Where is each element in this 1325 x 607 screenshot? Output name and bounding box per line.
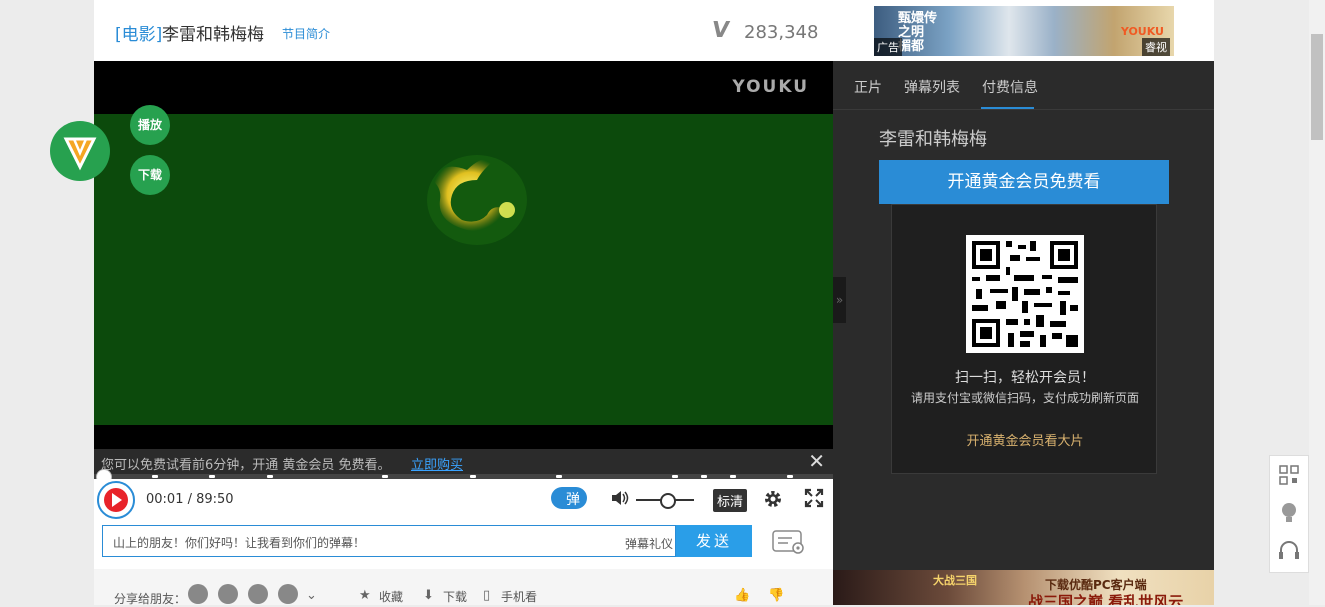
play-pause-button[interactable] [97,481,135,519]
play-triangle [112,493,122,507]
danmu-settings-icon[interactable] [772,529,806,555]
ad-brand-secondary: 睿视 [1142,38,1170,56]
ad-brand: YOUKU [1120,25,1164,38]
panel-collapse-handle[interactable]: » [833,277,846,323]
close-icon[interactable]: ✕ [808,449,825,473]
video-player[interactable]: YOUKU [94,61,833,449]
progress-marker [730,475,736,478]
float-play-button[interactable]: 播放 [130,105,170,145]
gear-icon[interactable] [762,488,784,510]
bottom-banner-ad[interactable]: 大战三国 下载优酷PC客户端 战三国之巅 看乱世风云 [833,570,1214,605]
ad-tag: 广告 [874,38,902,56]
share-label: 分享给朋友： [114,592,187,606]
progress-marker [787,475,793,478]
qr-code-icon[interactable] [966,235,1084,353]
gold-member-link[interactable]: 开通黄金会员看大片 [892,430,1158,449]
mobile-icon[interactable]: ▯ [483,588,490,603]
share-row: 分享给朋友： ⌄ ★ 收藏 ⬇ 下载 ▯ 手机看 👍 👎 [94,569,833,606]
youku-watermark: YOUKU [732,77,809,97]
panel-title: 李雷和韩梅梅 [879,129,987,150]
fullscreen-icon[interactable] [804,488,824,508]
play-icon [104,488,128,512]
danmu-etiquette-link[interactable]: 弹幕礼仪 [625,535,673,552]
panel-tabs: 正片 弹幕列表 付费信息 [833,61,1214,110]
chevron-down-icon[interactable]: ⌄ [306,588,317,603]
trial-notice-text: 您可以免费试看前6分钟，开通 黄金会员 免费看。 [101,458,391,473]
headset-icon[interactable] [1270,532,1308,570]
tab-danmu-list[interactable]: 弹幕列表 [904,77,960,97]
download-button[interactable]: 下载 [443,588,467,605]
download-icon[interactable]: ⬇ [423,588,434,603]
scan-instructions: 请用支付宝或微信扫码，支付成功刷新页面 [910,391,1139,405]
danmu-input-row: 山上的朋友！你们好吗！让我看到你们的弹幕！ 弹幕礼仪 发送 [94,523,833,569]
views-icon: V [710,18,731,43]
progress-marker [672,475,678,478]
ad-line-2: 战三国之巅 看乱世风云 [1028,593,1184,605]
vip-diamond-icon [63,137,97,171]
mobile-button[interactable]: 手机看 [501,588,537,605]
ad-title: 甄嬛传之明 楣都 [898,11,938,54]
danmu-toggle-label: 弹 [566,492,580,508]
thumbs-down-icon[interactable]: 👎 [768,588,784,603]
video-frame[interactable] [94,114,833,425]
progress-marker [470,475,476,478]
progress-marker [701,475,707,478]
vip-qr-card: 扫一扫，轻松开会员！ 请用支付宝或微信扫码，支付成功刷新页面 开通黄金会员看大片 [891,204,1157,474]
favorite-button[interactable]: 收藏 [379,588,403,605]
wechat-icon[interactable] [188,584,208,604]
side-panel: 正片 弹幕列表 付费信息 李雷和韩梅梅 开通黄金会员免费看 扫一扫，轻松开会员！… [833,61,1214,570]
lightbulb-icon[interactable] [1270,494,1308,532]
category-tag[interactable]: [电影] [115,20,162,45]
tab-payment-info[interactable]: 付费信息 [982,77,1038,97]
tab-main[interactable]: 正片 [854,77,882,97]
page-title: 李雷和韩梅梅 [162,25,264,45]
progress-marker [152,475,158,478]
danmu-input[interactable]: 山上的朋友！你们好吗！让我看到你们的弹幕！ 弹幕礼仪 [102,525,676,557]
vip-badge-icon[interactable] [50,121,110,181]
quality-button[interactable]: 标清 [713,489,748,512]
progress-marker [267,475,273,478]
send-button[interactable]: 发送 [676,525,752,557]
player-controls: 00:01 / 89:50 弹 标清 [94,479,833,523]
scan-prompt: 扫一扫，轻松开会员！ [955,370,1095,386]
qr-code-tool-icon[interactable] [1270,456,1308,494]
volume-handle[interactable] [660,493,676,509]
view-count: 283,348 [744,22,819,43]
time-display: 00:01 / 89:50 [146,492,234,507]
dragon-logo-icon [427,155,527,245]
danmu-toggle[interactable]: 弹 [551,487,587,509]
float-download-button[interactable]: 下载 [130,155,170,195]
scroll-thumb[interactable] [1311,34,1323,140]
star-icon[interactable]: ★ [359,588,371,603]
trial-notice-bar: 您可以免费试看前6分钟，开通 黄金会员 免费看。 立即购买 ✕ [94,449,833,474]
ad-logo: 大战三国 [933,574,977,587]
thumbs-up-icon[interactable]: 👍 [734,588,750,603]
header-bar: [电影] 李雷和韩梅梅 节目简介 V 283,348 甄嬛传之明 楣都 YOUK… [94,0,1214,61]
active-tab-indicator [981,107,1034,109]
volume-icon[interactable] [610,488,630,508]
star-share-icon[interactable] [218,584,238,604]
top-banner-ad[interactable]: 甄嬛传之明 楣都 YOUKU 广告 睿视 [874,6,1174,56]
qq-icon[interactable] [278,584,298,604]
buy-now-link[interactable]: 立即购买 [411,454,463,473]
progress-marker [556,475,562,478]
vip-subscribe-button[interactable]: 开通黄金会员免费看 [879,160,1169,204]
weibo-icon[interactable] [248,584,268,604]
floating-toolbar [1269,455,1309,573]
progress-marker [209,475,215,478]
progress-marker [382,475,388,478]
page-scrollbar[interactable] [1309,0,1325,605]
intro-link[interactable]: 节目简介 [282,25,330,42]
danmu-placeholder: 山上的朋友！你们好吗！让我看到你们的弹幕！ [113,536,366,550]
